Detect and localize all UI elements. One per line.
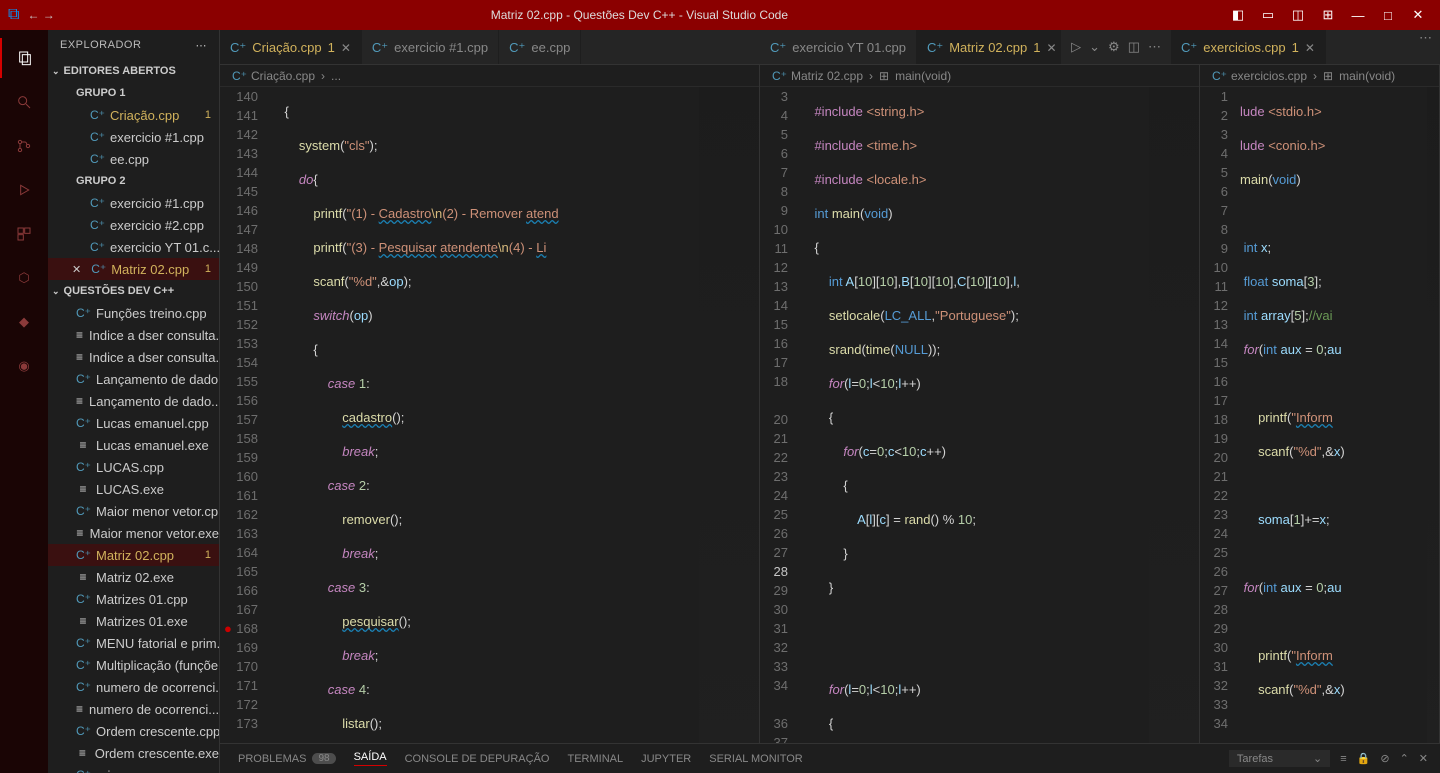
group-2-label: GRUPO 2: [48, 170, 219, 192]
editor-pane-1: C⁺Criação.cpp ›... 140141142143144145146…: [220, 65, 760, 743]
window-title: Matriz 02.cpp - Questões Dev C++ - Visua…: [491, 8, 788, 22]
code-editor[interactable]: 1234567891011121314151617181920212223242…: [1200, 87, 1439, 743]
file-item[interactable]: C⁺primo.cpp: [48, 764, 219, 773]
file-item[interactable]: C⁺Ordem crescente.cpp: [48, 720, 219, 742]
ext-icon-3[interactable]: ◉: [0, 346, 48, 386]
file-item[interactable]: ≡Maior menor vetor.exe: [48, 522, 219, 544]
file-item[interactable]: ≡numero de ocorrenci...: [48, 698, 219, 720]
file-item[interactable]: ≡Lançamento de dado...: [48, 390, 219, 412]
code-editor[interactable]: 1401411421431441451461471481491501511521…: [220, 87, 759, 743]
chevron-up-icon[interactable]: ⌃: [1400, 752, 1409, 765]
tab[interactable]: C⁺exercicios.cpp 1 ✕: [1171, 30, 1326, 64]
file-item[interactable]: ≡LUCAS.exe: [48, 478, 219, 500]
sidebar: EXPLORADOR ⋯ ⌄EDITORES ABERTOS GRUPO 1 C…: [48, 30, 220, 773]
panel-tab[interactable]: SERIAL MONITOR: [709, 751, 803, 766]
task-dropdown[interactable]: Tarefas⌄: [1229, 750, 1330, 767]
maximize-icon[interactable]: □: [1374, 1, 1402, 29]
close-icon[interactable]: ✕: [1419, 752, 1428, 765]
file-item[interactable]: C⁺LUCAS.cpp: [48, 456, 219, 478]
file-item[interactable]: C⁺MENU fatorial e prim...: [48, 632, 219, 654]
sidebar-header: EXPLORADOR ⋯: [48, 30, 219, 60]
filter-icon[interactable]: ≡: [1340, 753, 1346, 765]
tab[interactable]: C⁺Matriz 02.cpp 1 ✕: [917, 30, 1061, 64]
file-item[interactable]: C⁺Matrizes 01.cpp: [48, 588, 219, 610]
file-item[interactable]: C⁺Multiplicação (funçõe...: [48, 654, 219, 676]
open-editor-item[interactable]: C⁺exercicio #2.cpp: [48, 214, 219, 236]
open-editor-item[interactable]: C⁺exercicio #1.cpp: [48, 126, 219, 148]
panel-tab[interactable]: PROBLEMAS98: [238, 751, 336, 766]
more-icon[interactable]: ⋯: [1411, 30, 1440, 64]
panel: PROBLEMAS98 SAÍDA CONSOLE DE DEPURAÇÃO TERM…: [220, 743, 1440, 773]
lock-icon[interactable]: 🔒: [1357, 752, 1371, 765]
project-section[interactable]: ⌄QUESTÕES DEV C++: [48, 280, 219, 302]
file-item[interactable]: C⁺Maior menor vetor.cpp: [48, 500, 219, 522]
layout-icon-4[interactable]: ⊞: [1314, 1, 1342, 29]
open-editor-item[interactable]: C⁺exercicio YT 01.c...: [48, 236, 219, 258]
file-item[interactable]: ≡Ordem crescente.exe: [48, 742, 219, 764]
file-item[interactable]: ≡Indice a dser consulta...: [48, 324, 219, 346]
breadcrumb[interactable]: C⁺Criação.cpp ›...: [220, 65, 759, 87]
minimize-icon[interactable]: —: [1344, 1, 1372, 29]
ext-icon-1[interactable]: ⬡: [0, 258, 48, 298]
tab[interactable]: C⁺ee.cpp: [499, 30, 581, 64]
run-icon[interactable]: ▷: [1071, 39, 1081, 55]
file-item[interactable]: C⁺numero de ocorrenci...: [48, 676, 219, 698]
panel-tab[interactable]: TERMINAL: [567, 751, 623, 766]
layout-icon[interactable]: ◧: [1224, 1, 1252, 29]
search-icon[interactable]: [0, 82, 48, 122]
panel-tab[interactable]: JUPYTER: [641, 751, 691, 766]
file-item[interactable]: C⁺Lucas emanuel.cpp: [48, 412, 219, 434]
more-icon[interactable]: ⋯: [196, 39, 208, 52]
split-icon[interactable]: ◫: [1128, 39, 1140, 55]
scm-icon[interactable]: [0, 126, 48, 166]
open-editors-section[interactable]: ⌄EDITORES ABERTOS: [48, 60, 219, 82]
more-icon[interactable]: ⋯: [1148, 39, 1161, 55]
open-editor-item[interactable]: ✕C⁺Matriz 02.cpp1: [48, 258, 219, 280]
panel-tab[interactable]: CONSOLE DE DEPURAÇÃO: [405, 751, 550, 766]
file-item[interactable]: C⁺Lançamento de dado...: [48, 368, 219, 390]
group-1-label: GRUPO 1: [48, 82, 219, 104]
file-item[interactable]: ≡Matrizes 01.exe: [48, 610, 219, 632]
chevron-down-icon[interactable]: ⌄: [1089, 39, 1100, 55]
ext-icon-2[interactable]: ◆: [0, 302, 48, 342]
vscode-icon: ⧉: [8, 6, 19, 24]
clear-icon[interactable]: ⊘: [1380, 752, 1389, 765]
explorer-icon[interactable]: [0, 38, 48, 78]
file-item[interactable]: ≡Indice a dser consulta...: [48, 346, 219, 368]
titlebar: ⧉ ← → Matriz 02.cpp - Questões Dev C++ -…: [0, 0, 1440, 30]
sidebar-title: EXPLORADOR: [60, 39, 141, 51]
tab[interactable]: C⁺Criação.cpp 1 ✕: [220, 30, 362, 64]
close-icon[interactable]: ✕: [1404, 1, 1432, 29]
tab[interactable]: C⁺exercicio YT 01.cpp: [760, 30, 917, 64]
file-item[interactable]: ≡Lucas emanuel.exe: [48, 434, 219, 456]
breadcrumb[interactable]: C⁺exercicios.cpp ›⊞main(void): [1200, 65, 1439, 87]
tab[interactable]: C⁺exercicio #1.cpp: [362, 30, 499, 64]
open-editor-item[interactable]: C⁺exercicio #1.cpp: [48, 192, 219, 214]
activitybar: ⬡ ◆ ◉: [0, 30, 48, 773]
file-item[interactable]: ≡Matriz 02.exe: [48, 566, 219, 588]
tabs-row: C⁺Criação.cpp 1 ✕C⁺exercicio #1.cppC⁺ee.…: [220, 30, 1440, 65]
editor-pane-2: C⁺Matriz 02.cpp ›⊞main(void) 34567891011…: [760, 65, 1200, 743]
open-editor-item[interactable]: C⁺Criação.cpp1: [48, 104, 219, 126]
editor-pane-3: C⁺exercicios.cpp ›⊞main(void) 1234567891…: [1200, 65, 1440, 743]
code-editor[interactable]: 3456789101112131415161718 20212223242526…: [760, 87, 1199, 743]
layout-icon-2[interactable]: ▭: [1254, 1, 1282, 29]
gear-icon[interactable]: ⚙: [1108, 39, 1120, 55]
menu-arrows[interactable]: ← →: [27, 8, 54, 22]
layout-icon-3[interactable]: ◫: [1284, 1, 1312, 29]
open-editor-item[interactable]: C⁺ee.cpp: [48, 148, 219, 170]
extensions-icon[interactable]: [0, 214, 48, 254]
debug-icon[interactable]: [0, 170, 48, 210]
file-item[interactable]: C⁺Funções treino.cpp: [48, 302, 219, 324]
file-item[interactable]: C⁺Matriz 02.cpp1: [48, 544, 219, 566]
panel-tab[interactable]: SAÍDA: [354, 751, 387, 766]
breadcrumb[interactable]: C⁺Matriz 02.cpp ›⊞main(void): [760, 65, 1199, 87]
